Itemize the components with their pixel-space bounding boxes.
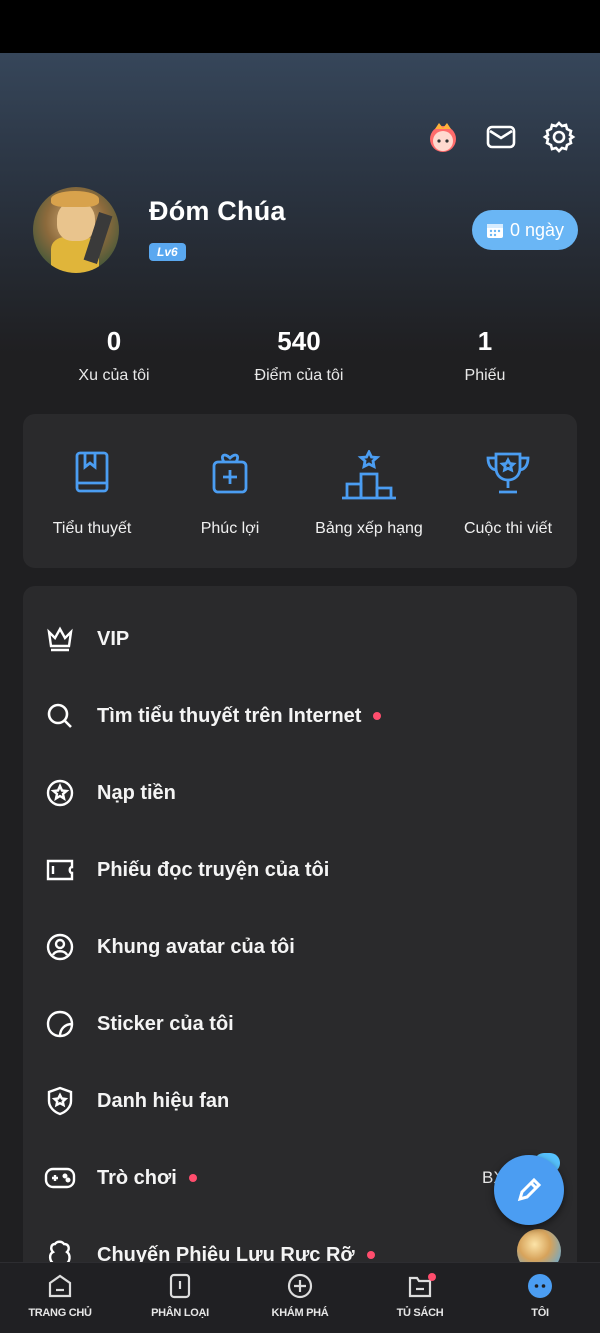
star-circle-icon	[46, 779, 74, 807]
stat-value: 1	[477, 326, 493, 356]
nav-label: TRANG CHỦ	[28, 1307, 92, 1319]
feature-writing-contest[interactable]: Cuộc thi viết	[439, 450, 577, 538]
nav-tab-explore[interactable]: KHÁM PHÁ	[240, 1263, 360, 1333]
checkin-days-label: 0 ngày	[509, 219, 565, 240]
stats-row: 0 Xu của tôi 540 Điểm của tôi 1 Phiếu	[0, 326, 600, 396]
nav-tab-category[interactable]: PHÂN LOẠI	[120, 1263, 240, 1333]
stat-points[interactable]: 540 Điểm của tôi	[219, 326, 379, 385]
menu-label: VIP	[97, 627, 130, 650]
menu-label: Sticker của tôi	[97, 1012, 234, 1035]
nav-tab-home[interactable]: TRANG CHỦ	[0, 1263, 120, 1333]
stat-label: Xu của tôi	[78, 367, 150, 384]
nav-label: TỦ SÁCH	[396, 1307, 444, 1319]
podium-icon	[342, 450, 396, 500]
avatar[interactable]	[33, 187, 119, 273]
menu-label: Phiếu đọc truyện của tôi	[97, 858, 330, 881]
menu-item-sticker[interactable]: Sticker của tôi	[23, 986, 577, 1062]
level-badge: Lv6	[149, 243, 186, 261]
checkin-days-button[interactable]: 0 ngày	[472, 210, 578, 250]
status-bar	[0, 0, 600, 53]
me-icon	[528, 1274, 552, 1298]
stat-label: Phiếu	[464, 367, 506, 384]
menu-item-avatar-frame[interactable]: Khung avatar của tôi	[23, 909, 577, 985]
stat-value: 540	[277, 326, 321, 356]
feature-benefits[interactable]: Phúc lợi	[161, 450, 299, 538]
feature-ranking[interactable]: Bảng xếp hạng	[300, 450, 438, 538]
stat-coins[interactable]: 0 Xu của tôi	[34, 326, 194, 385]
feature-label: Phúc lợi	[200, 520, 260, 537]
nav-label: KHÁM PHÁ	[271, 1307, 329, 1319]
menu-item-reading-tickets[interactable]: Phiếu đọc truyện của tôi	[23, 832, 577, 908]
feature-label: Bảng xếp hạng	[315, 520, 423, 537]
calendar-icon	[486, 224, 503, 238]
nav-label: PHÂN LOẠI	[151, 1307, 209, 1319]
bottom-navigation: TRANG CHỦ PHÂN LOẠI KHÁM PHÁ TỦ SÁCH TÔI	[0, 1262, 600, 1333]
stat-value: 0	[106, 326, 122, 356]
notification-dot	[373, 712, 382, 720]
notification-dot	[366, 1251, 375, 1259]
menu-item-topup[interactable]: Nạp tiền	[23, 755, 577, 831]
crown-icon	[47, 626, 73, 652]
stat-tickets[interactable]: 1 Phiếu	[405, 326, 565, 385]
menu-label: Khung avatar của tôi	[97, 935, 295, 958]
feature-novels[interactable]: Tiểu thuyết	[23, 450, 161, 538]
avatar-frame-icon	[46, 933, 74, 961]
menu-item-games[interactable]: Trò chơi BXH	[23, 1140, 577, 1216]
notification-dot	[188, 1174, 197, 1182]
book-icon	[75, 451, 109, 493]
nav-tab-bookshelf[interactable]: TỦ SÁCH	[360, 1263, 480, 1333]
ticket-icon	[46, 859, 74, 881]
mascot-icon[interactable]	[424, 118, 462, 156]
nav-tab-me[interactable]: TÔI	[480, 1263, 600, 1333]
gift-icon	[212, 453, 248, 494]
menu-item-fan-title[interactable]: Danh hiệu fan	[23, 1063, 577, 1139]
menu-label: Tìm tiểu thuyết trên Internet	[97, 704, 362, 727]
notification-dot	[428, 1273, 436, 1281]
menu-label: Danh hiệu fan	[97, 1089, 230, 1112]
shield-star-icon	[47, 1086, 73, 1116]
feature-card: Tiểu thuyết Phúc lợi Bảng xếp hạng Cuộc …	[23, 414, 577, 568]
menu-label: Nạp tiền	[97, 781, 176, 804]
trophy-icon	[486, 452, 530, 494]
menu-label: Trò chơi	[97, 1166, 177, 1189]
username: Đóm Chúa	[149, 196, 286, 226]
explore-icon	[287, 1273, 313, 1299]
menu-item-vip[interactable]: VIP	[23, 601, 577, 677]
gamepad-icon	[44, 1167, 76, 1189]
home-icon	[48, 1274, 72, 1298]
top-actions	[424, 118, 578, 156]
settings-icon[interactable]	[540, 118, 578, 156]
search-icon	[47, 703, 72, 728]
menu-item-search-internet[interactable]: Tìm tiểu thuyết trên Internet	[23, 678, 577, 754]
nav-label: TÔI	[531, 1307, 549, 1319]
feature-label: Tiểu thuyết	[52, 520, 132, 537]
category-icon	[169, 1273, 191, 1299]
menu-list: VIP Tìm tiểu thuyết trên Internet Nạp ti…	[23, 586, 577, 1286]
feature-label: Cuộc thi viết	[463, 520, 553, 537]
stat-label: Điểm của tôi	[254, 367, 344, 384]
mail-icon[interactable]	[482, 118, 520, 156]
pencil-icon	[517, 1177, 542, 1202]
sticker-icon	[46, 1010, 74, 1038]
write-fab-button[interactable]	[494, 1155, 564, 1225]
